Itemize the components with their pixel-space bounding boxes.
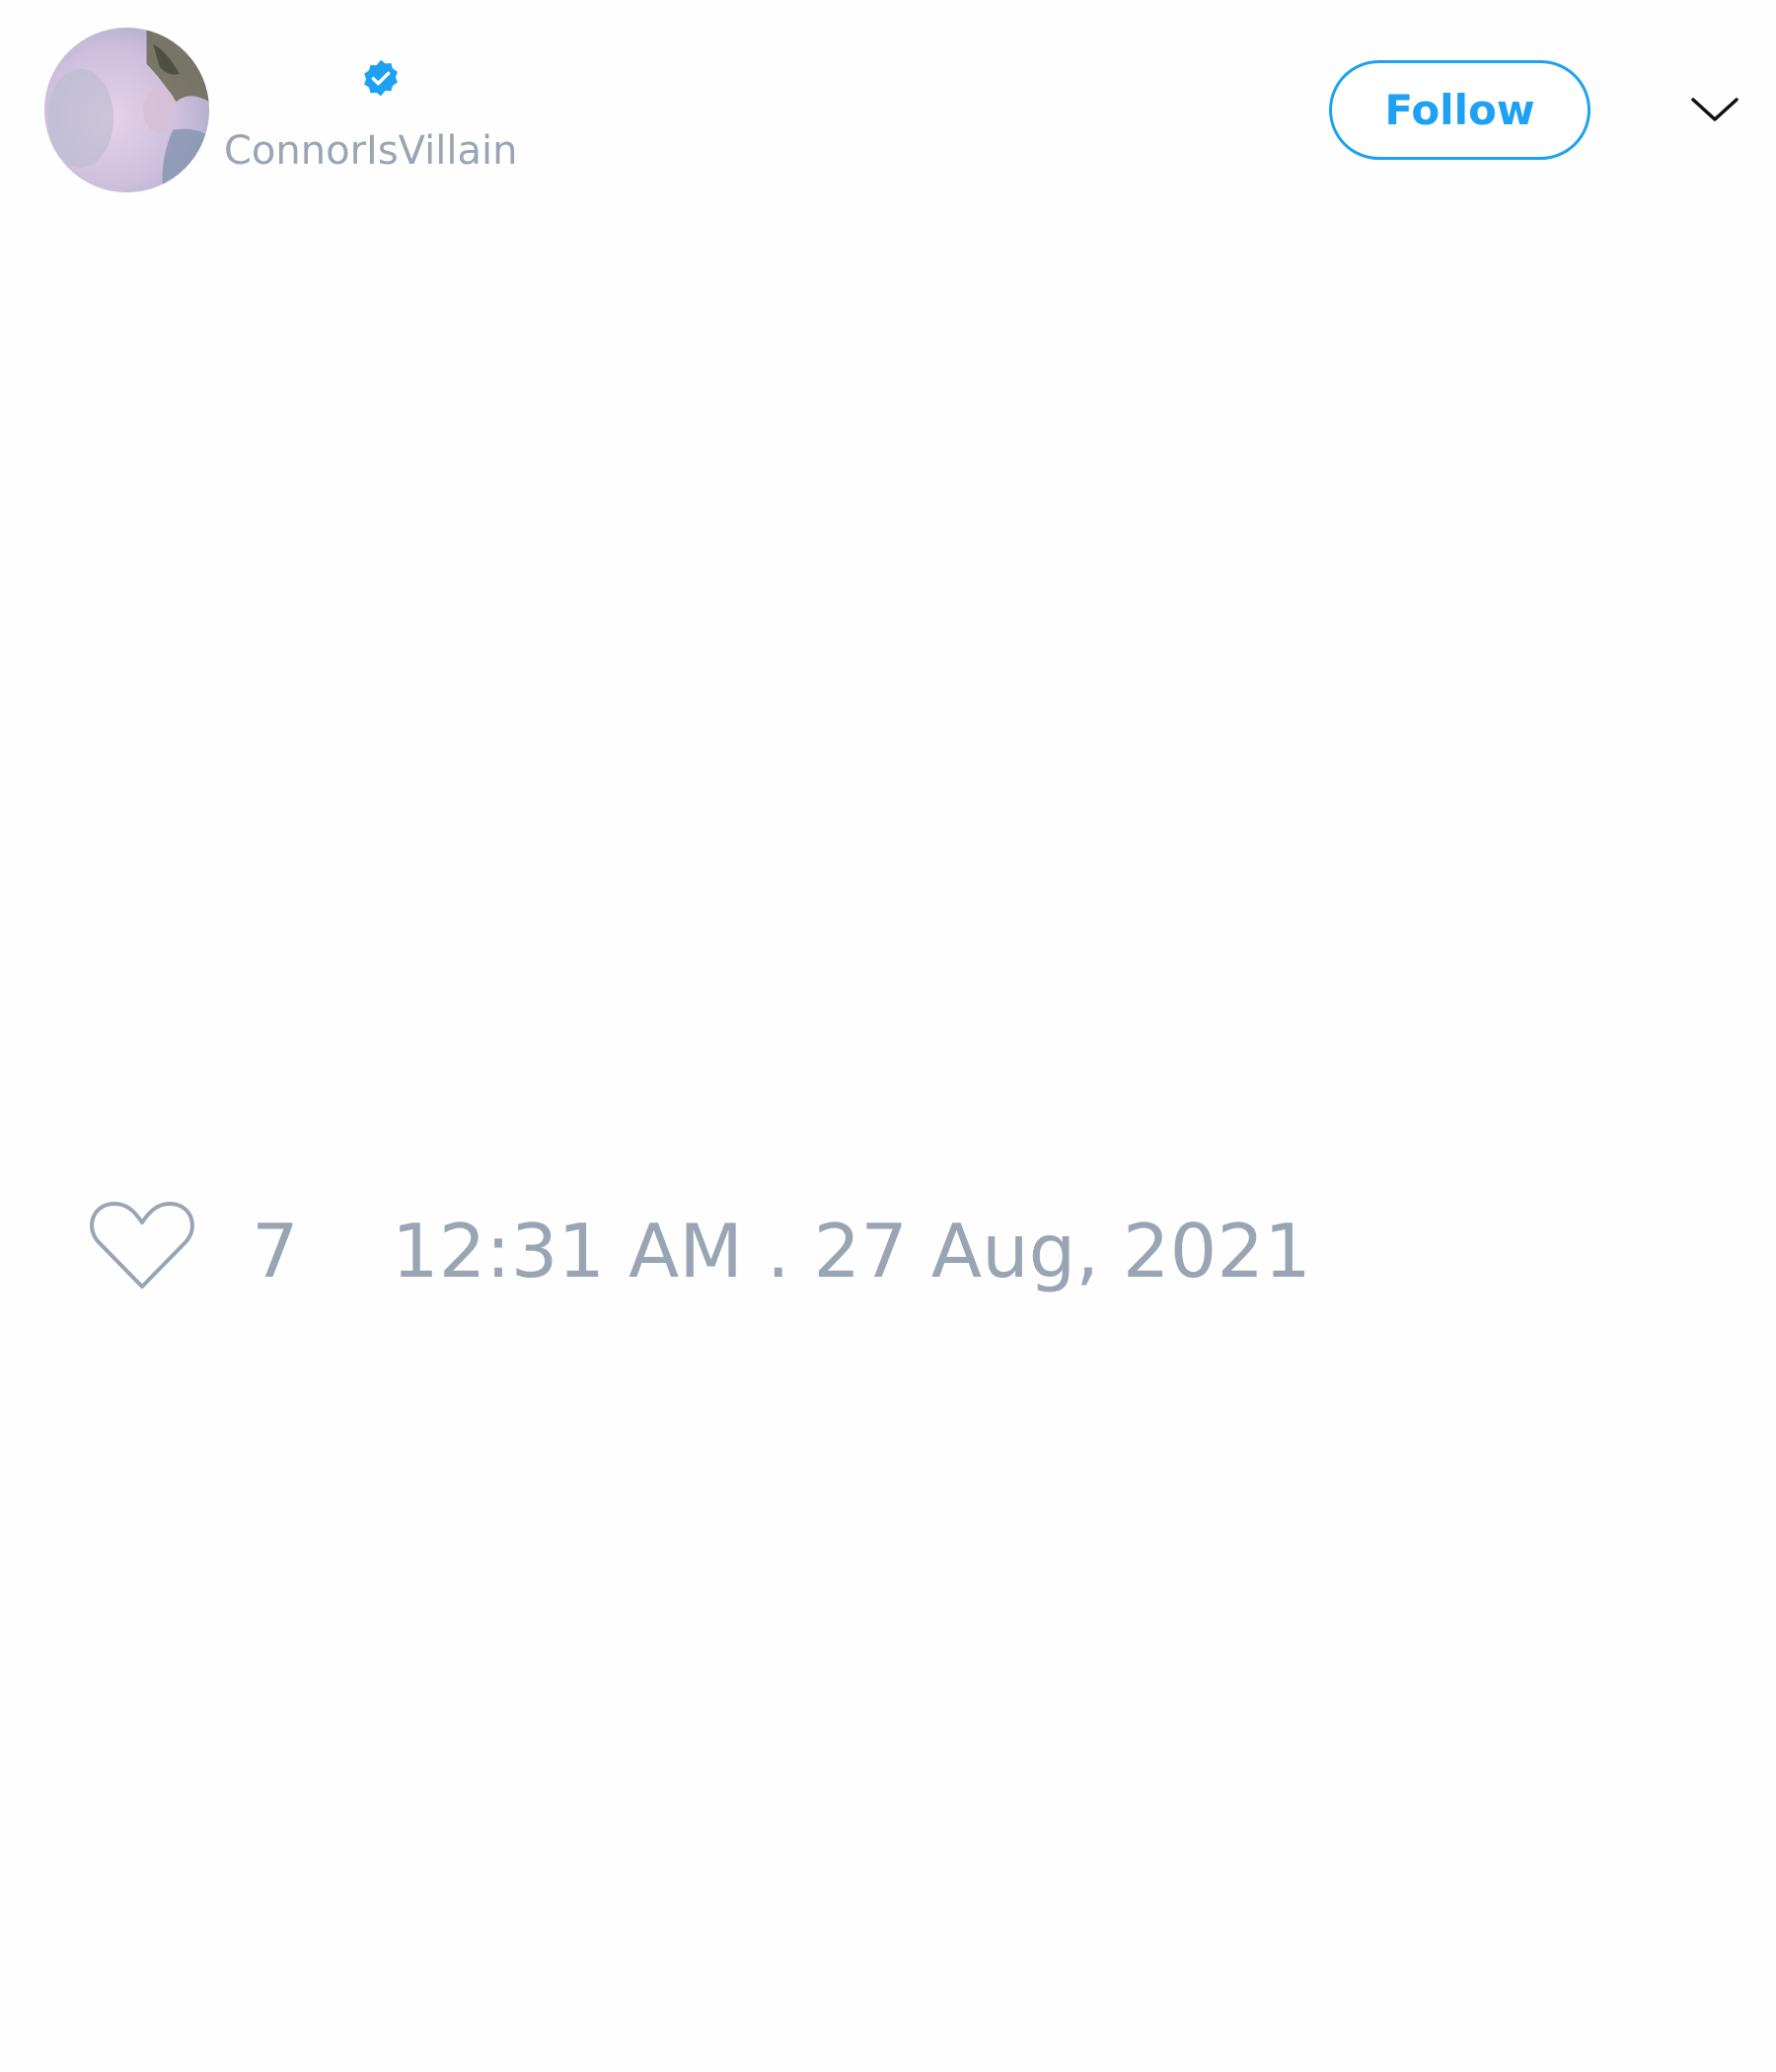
tweet-timestamp[interactable]: 12:31 AM . 27 Aug, 2021 xyxy=(392,1207,1311,1295)
author-handle[interactable]: ConnorIsVillain xyxy=(224,125,517,177)
follow-button[interactable]: Follow xyxy=(1329,60,1591,160)
avatar[interactable] xyxy=(44,28,209,192)
verified-badge-icon xyxy=(358,57,404,103)
heart-outline-icon xyxy=(90,1202,194,1289)
like-count: 7 xyxy=(252,1208,299,1295)
like-button[interactable] xyxy=(87,1196,197,1295)
avatar-image xyxy=(44,28,209,192)
chevron-down-icon[interactable] xyxy=(1690,91,1739,126)
